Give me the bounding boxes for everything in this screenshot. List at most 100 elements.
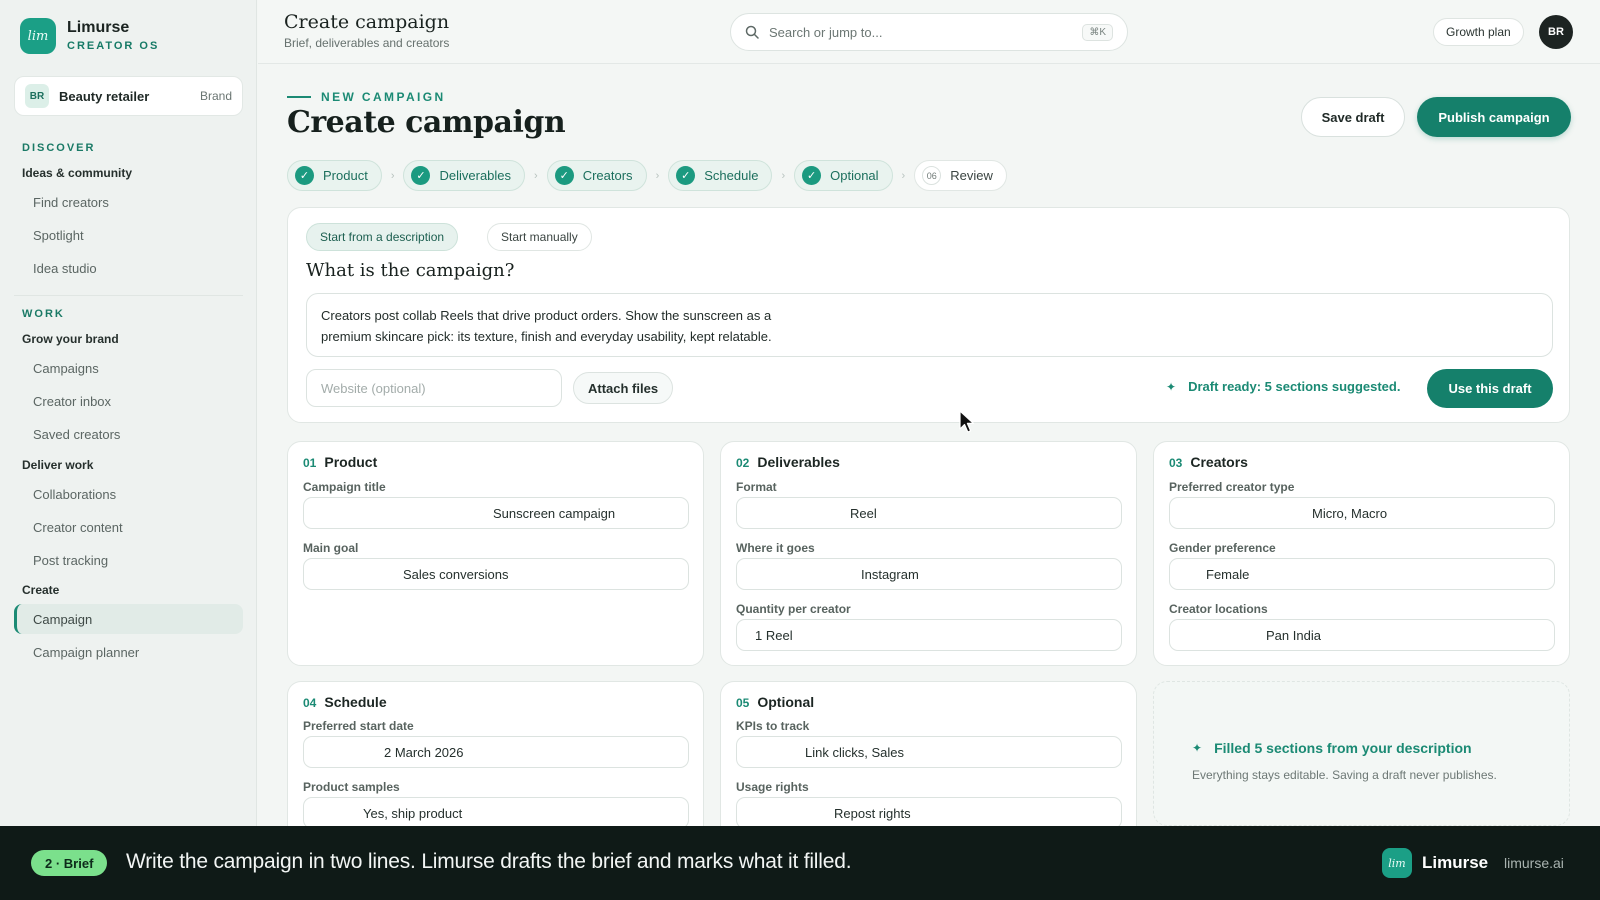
creators-card: 03 Creators Preferred creator type Micro,… bbox=[1153, 441, 1570, 666]
nav-divider bbox=[14, 295, 243, 296]
caption-text: Write the campaign in two lines. Limurse… bbox=[126, 850, 852, 873]
workspace-switcher[interactable]: BR Beauty retailer Brand bbox=[14, 76, 243, 116]
check-icon: ✓ bbox=[554, 166, 574, 185]
optional-card: 05 Optional KPIs to track Link clicks, Sa… bbox=[720, 681, 1137, 829]
footer-brand: Limurse bbox=[1422, 853, 1489, 872]
search-icon bbox=[745, 25, 759, 39]
sidebar-item-creator-content[interactable]: Creator content bbox=[14, 512, 243, 542]
sidebar-item-campaign[interactable]: Campaign bbox=[14, 604, 243, 634]
format-field[interactable]: Reel bbox=[736, 497, 1122, 529]
description-line-1: Creators post collab Reels that drive pr… bbox=[321, 308, 772, 323]
step-optional[interactable]: ✓ Optional bbox=[794, 160, 893, 191]
section-number: 04 bbox=[303, 696, 317, 710]
publish-campaign-button[interactable]: Publish campaign bbox=[1417, 97, 1571, 137]
attach-files-button[interactable]: Attach files bbox=[573, 372, 674, 404]
nav-group-deliver: Deliver work bbox=[22, 458, 94, 472]
sidebar-item-post-tracking[interactable]: Post tracking bbox=[14, 545, 243, 575]
section-title: Product bbox=[324, 454, 378, 470]
sidebar-item-creator-inbox[interactable]: Creator inbox bbox=[14, 386, 243, 416]
check-icon: ✓ bbox=[411, 166, 431, 185]
tab-start-from-description[interactable]: Start from a description bbox=[306, 223, 459, 251]
description-card: Start from a description Start manually … bbox=[287, 207, 1570, 423]
save-draft-button[interactable]: Save draft bbox=[1301, 97, 1405, 137]
chevron-right-icon: › bbox=[655, 169, 660, 182]
section-title: Schedule bbox=[324, 694, 387, 710]
section-title: Optional bbox=[757, 694, 815, 710]
where-it-goes-label: Where it goes bbox=[736, 541, 815, 555]
section-number: 01 bbox=[303, 456, 317, 470]
gender-label: Gender preference bbox=[1169, 541, 1276, 555]
step-number: 06 bbox=[922, 166, 942, 185]
filled-subtitle: Everything stays editable. Saving a draf… bbox=[1192, 768, 1497, 782]
kpis-field[interactable]: Link clicks, Sales bbox=[736, 736, 1122, 768]
sidebar-item-find-creators[interactable]: Find creators bbox=[14, 187, 243, 217]
schedule-card: 04 Schedule Preferred start date 2 March … bbox=[287, 681, 704, 829]
step-creators[interactable]: ✓ Creators bbox=[546, 160, 647, 191]
where-it-goes-field[interactable]: Instagram bbox=[736, 558, 1122, 590]
sidebar-item-campaigns[interactable]: Campaigns bbox=[14, 353, 243, 383]
eyebrow-text: NEW CAMPAIGN bbox=[321, 90, 446, 104]
website-input[interactable]: Website (optional) bbox=[306, 369, 562, 407]
section-number: 03 bbox=[1169, 456, 1183, 470]
quantity-field[interactable]: 1 Reel bbox=[736, 619, 1122, 651]
nav-section-work: WORK bbox=[22, 308, 65, 320]
check-icon: ✓ bbox=[676, 166, 696, 185]
eyebrow: NEW CAMPAIGN bbox=[287, 90, 446, 104]
page-title: Create campaign bbox=[284, 11, 450, 33]
deliverables-card: 02 Deliverables Format Reel Where it goes… bbox=[720, 441, 1137, 666]
step-label: Optional bbox=[830, 168, 879, 183]
sidebar-item-spotlight[interactable]: Spotlight bbox=[14, 220, 243, 250]
brand[interactable]: lim Limurse CREATOR OS bbox=[20, 18, 159, 54]
campaign-title-field[interactable]: Sunscreen campaign bbox=[303, 497, 689, 529]
creator-locations-label: Creator locations bbox=[1169, 602, 1268, 616]
workspace-tag: Brand bbox=[199, 89, 232, 103]
user-avatar[interactable]: BR bbox=[1539, 15, 1573, 49]
app-name: Limurse bbox=[67, 19, 130, 36]
step-schedule[interactable]: ✓ Schedule bbox=[668, 160, 773, 191]
step-deliverables[interactable]: ✓ Deliverables bbox=[403, 160, 526, 191]
step-label: Creators bbox=[582, 168, 633, 183]
sparkle-icon: ✦ bbox=[1166, 379, 1177, 394]
step-label: Product bbox=[323, 168, 368, 183]
product-samples-field[interactable]: Yes, ship product bbox=[303, 797, 689, 829]
usage-rights-field[interactable]: Repost rights bbox=[736, 797, 1122, 829]
footer-url: limurse.ai bbox=[1504, 855, 1564, 871]
plan-badge[interactable]: Growth plan bbox=[1433, 18, 1524, 46]
step-product[interactable]: ✓ Product bbox=[287, 160, 382, 191]
creator-type-field[interactable]: Micro, Macro bbox=[1169, 497, 1555, 529]
limurse-logo: lim bbox=[20, 18, 56, 54]
mouse-cursor-icon bbox=[959, 410, 975, 433]
search-input[interactable]: Search or jump to... ⌘K bbox=[730, 13, 1128, 51]
campaign-description-textarea[interactable]: Creators post collab Reels that drive pr… bbox=[306, 293, 1553, 357]
stepper: ✓ Product › ✓ Deliverables › ✓ Creators › ✓… bbox=[287, 160, 1007, 191]
sidebar: lim Limurse CREATOR OS BR Beauty retaile… bbox=[0, 0, 257, 826]
sidebar-item-idea-studio[interactable]: Idea studio bbox=[14, 253, 243, 283]
filled-summary-card: ✦ Filled 5 sections from your description… bbox=[1153, 681, 1570, 826]
workspace-avatar: BR bbox=[25, 84, 49, 108]
start-date-field[interactable]: 2 March 2026 bbox=[303, 736, 689, 768]
page-subtitle: Brief, deliverables and creators bbox=[284, 36, 450, 50]
chevron-right-icon: › bbox=[781, 169, 786, 182]
search-placeholder: Search or jump to... bbox=[769, 24, 883, 40]
tab-start-manually[interactable]: Start manually bbox=[487, 223, 592, 251]
step-label: Review bbox=[950, 168, 993, 183]
nav-group-ideas: Ideas & community bbox=[22, 166, 133, 180]
creator-type-label: Preferred creator type bbox=[1169, 480, 1295, 494]
product-card: 01 Product Campaign title Sunscreen campa… bbox=[287, 441, 704, 666]
sidebar-item-collaborations[interactable]: Collaborations bbox=[14, 479, 243, 509]
gender-field[interactable]: Female bbox=[1169, 558, 1555, 590]
step-review[interactable]: 06 Review bbox=[914, 160, 1007, 191]
search-shortcut: ⌘K bbox=[1082, 23, 1113, 41]
draft-status: ✦ Draft ready: 5 sections suggested. bbox=[1166, 379, 1400, 394]
kpis-label: KPIs to track bbox=[736, 719, 810, 733]
filled-title: ✦ Filled 5 sections from your description bbox=[1192, 740, 1472, 756]
check-icon: ✓ bbox=[802, 166, 822, 185]
usage-rights-label: Usage rights bbox=[736, 780, 809, 794]
main-goal-field[interactable]: Sales conversions bbox=[303, 558, 689, 590]
creator-locations-field[interactable]: Pan India bbox=[1169, 619, 1555, 651]
sidebar-item-campaign-planner[interactable]: Campaign planner bbox=[14, 637, 243, 667]
use-this-draft-button[interactable]: Use this draft bbox=[1427, 369, 1553, 408]
caption-bar: 2 · Brief Write the campaign in two line… bbox=[0, 826, 1600, 900]
sidebar-item-saved-creators[interactable]: Saved creators bbox=[14, 419, 243, 449]
product-samples-label: Product samples bbox=[303, 780, 400, 794]
